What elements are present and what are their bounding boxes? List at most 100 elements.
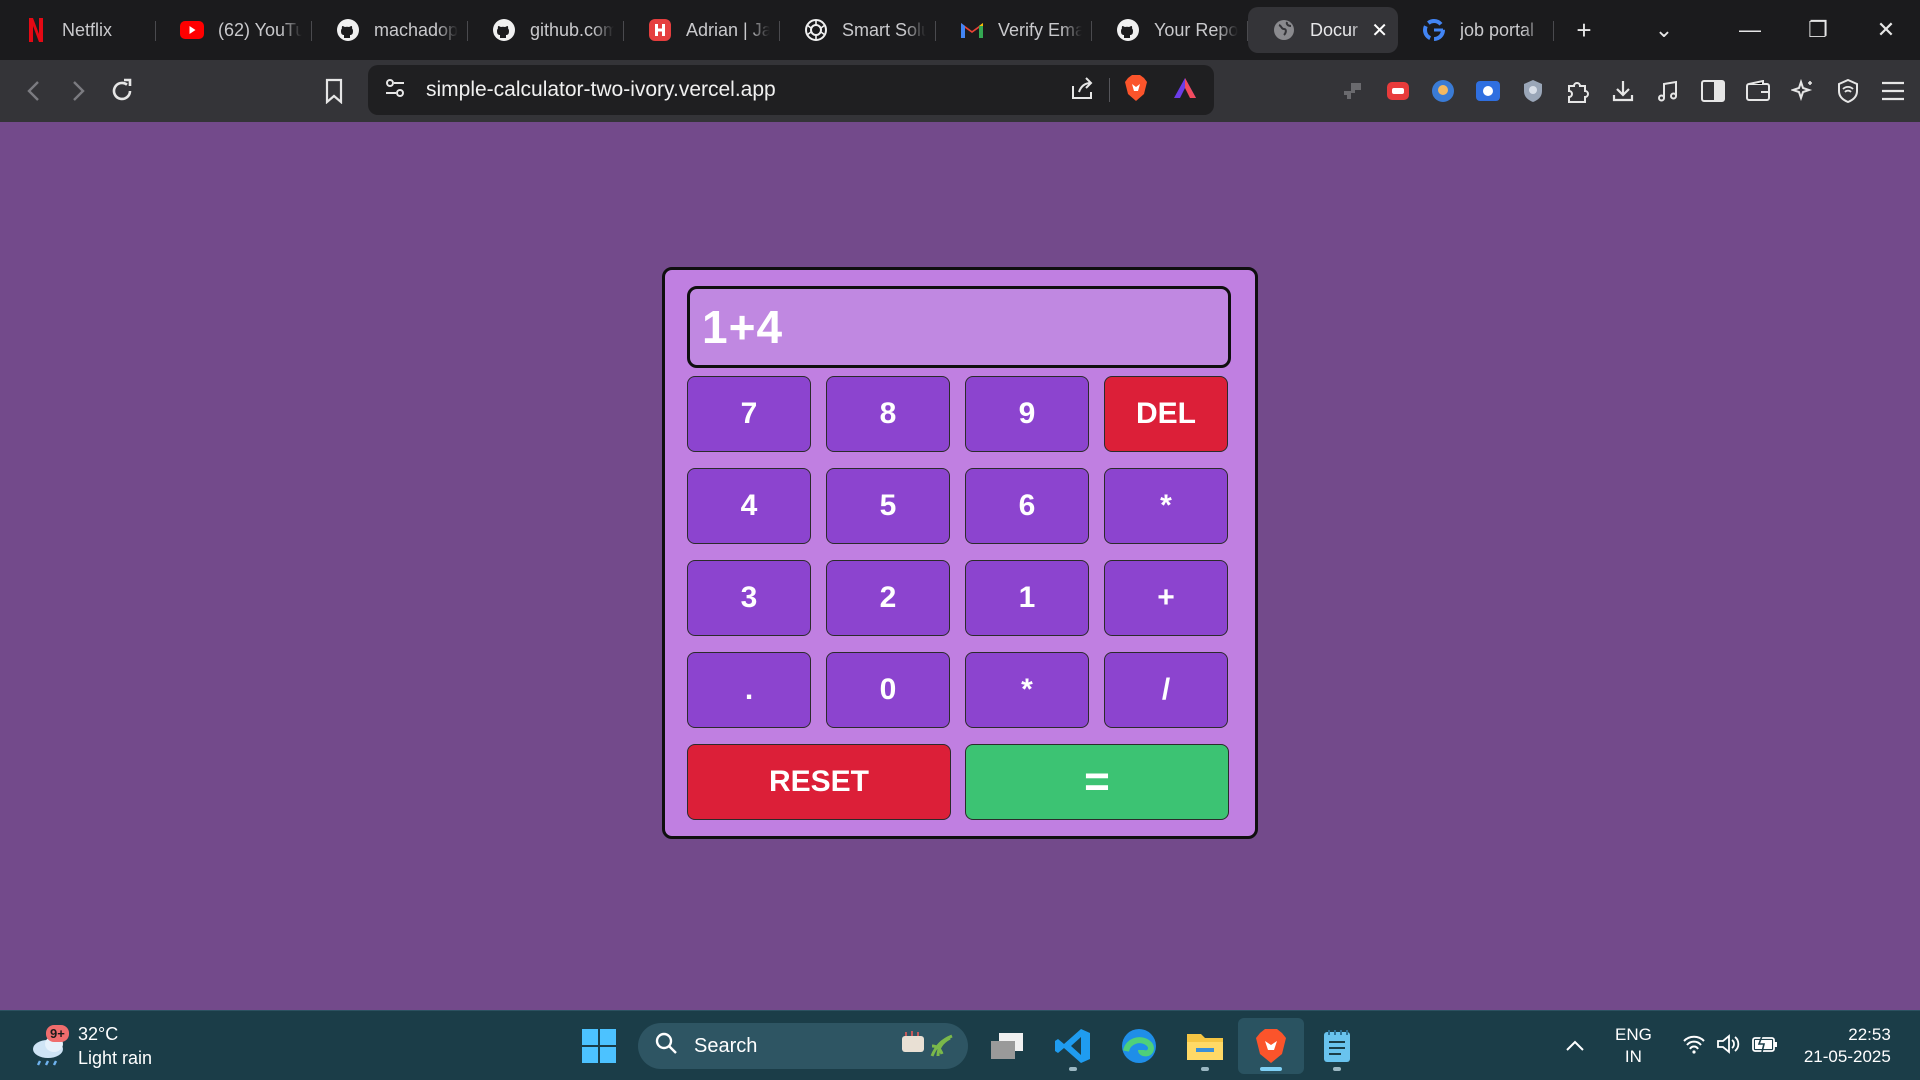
github-icon [336, 18, 360, 42]
key-6[interactable]: 6 [965, 468, 1089, 544]
tab-your-repo[interactable]: Your Repo [1092, 7, 1248, 53]
key-7[interactable]: 7 [687, 376, 811, 452]
edge-icon[interactable] [1106, 1018, 1172, 1074]
github-icon [1116, 18, 1140, 42]
key-8[interactable]: 8 [826, 376, 950, 452]
share-icon[interactable] [1069, 76, 1095, 105]
download-icon[interactable] [1600, 71, 1645, 111]
site-settings-icon[interactable] [384, 77, 406, 104]
key-divide[interactable]: / [1104, 652, 1228, 728]
key-multiply-2[interactable]: * [965, 652, 1089, 728]
tab-list-chevron-icon[interactable]: ⌄ [1630, 0, 1698, 60]
netflix-icon [24, 18, 48, 42]
tab-label: github.com [530, 19, 614, 40]
wallet-icon[interactable] [1735, 71, 1780, 111]
key-decimal[interactable]: . [687, 652, 811, 728]
tab-strip: Netflix (62) YouTube machadop github.com… [0, 0, 1920, 60]
menu-icon[interactable] [1870, 71, 1915, 111]
search-label: Search [694, 1034, 758, 1057]
rocket-extension-icon[interactable] [1420, 71, 1465, 111]
reset-button[interactable]: RESET [687, 744, 951, 820]
tab-adrian[interactable]: Adrian | Ja [624, 7, 780, 53]
rain-cloud-icon: 9+ [28, 1025, 70, 1067]
key-plus[interactable]: + [1104, 560, 1228, 636]
volume-icon[interactable] [1716, 1033, 1742, 1060]
key-4[interactable]: 4 [687, 468, 811, 544]
taskbar-search[interactable]: Search [638, 1023, 968, 1069]
back-button[interactable] [12, 69, 56, 113]
language-indicator[interactable]: ENG IN [1615, 1024, 1652, 1068]
key-1[interactable]: 1 [965, 560, 1089, 636]
forward-button[interactable] [56, 69, 100, 113]
gmail-icon [960, 18, 984, 42]
weather-widget[interactable]: 9+ 32°C Light rain [28, 1019, 152, 1073]
key-0[interactable]: 0 [826, 652, 950, 728]
record-extension-icon[interactable] [1375, 71, 1420, 111]
equals-button[interactable]: = [965, 744, 1229, 820]
puzzle-icon[interactable] [1555, 71, 1600, 111]
url-text: simple-calculator-two-ivory.vercel.app [426, 78, 776, 101]
show-hidden-icons-chevron[interactable] [1555, 1040, 1595, 1052]
vscode-icon[interactable] [1040, 1018, 1106, 1074]
battery-icon[interactable] [1751, 1034, 1778, 1059]
search-highlight-icon [898, 1026, 958, 1066]
google-icon [1422, 18, 1446, 42]
tab-job-portal[interactable]: job portal [1398, 7, 1554, 53]
tab-smart-solu[interactable]: Smart Solu [780, 7, 936, 53]
tab-verify-email[interactable]: Verify Ema [936, 7, 1092, 53]
region-code: IN [1624, 1047, 1642, 1066]
sidebar-icon[interactable] [1690, 71, 1735, 111]
tab-label: job portal [1460, 19, 1535, 40]
restore-button[interactable]: ❐ [1784, 0, 1852, 60]
reload-button[interactable] [100, 69, 144, 113]
tab-github-machadop[interactable]: machadop [312, 7, 468, 53]
tab-label: machadop [374, 19, 458, 40]
brave-browser-icon[interactable] [1238, 1018, 1304, 1074]
key-3[interactable]: 3 [687, 560, 811, 636]
globe-icon [1272, 18, 1296, 42]
browser-toolbar: simple-calculator-two-ivory.vercel.app [0, 60, 1920, 122]
close-window-button[interactable]: ✕ [1852, 0, 1920, 60]
calculator-display: 1+4 [687, 286, 1231, 368]
address-bar[interactable]: simple-calculator-two-ivory.vercel.app [368, 65, 1214, 115]
weather-temperature: 32°C [78, 1024, 119, 1044]
minimize-button[interactable]: — [1716, 0, 1784, 60]
tab-netflix[interactable]: Netflix [0, 7, 156, 53]
music-icon[interactable] [1645, 71, 1690, 111]
clock[interactable]: 22:53 21-05-2025 [1804, 1024, 1891, 1068]
close-tab-icon[interactable]: ✕ [1371, 18, 1388, 43]
file-explorer-icon[interactable] [1172, 1018, 1238, 1074]
task-view-icon[interactable] [974, 1018, 1040, 1074]
tab-label: Netflix [62, 19, 113, 40]
notepad-icon[interactable] [1304, 1018, 1370, 1074]
tab-label: Smart Solu [842, 19, 926, 40]
language-code: ENG [1615, 1025, 1652, 1044]
tab-label: Docur [1310, 19, 1359, 40]
tab-github[interactable]: github.com [468, 7, 624, 53]
key-5[interactable]: 5 [826, 468, 950, 544]
clock-date: 21-05-2025 [1803, 1047, 1891, 1066]
brave-rewards-icon[interactable] [1172, 76, 1198, 105]
brave-shields-icon[interactable] [1124, 74, 1148, 107]
clock-time: 22:53 [1848, 1025, 1891, 1044]
tab-label: Your Repo [1154, 19, 1238, 40]
vpn-icon[interactable] [1825, 71, 1870, 111]
leo-ai-icon[interactable] [1780, 71, 1825, 111]
dino-extension-icon[interactable] [1330, 71, 1375, 111]
key-9[interactable]: 9 [965, 376, 1089, 452]
bookmark-icon[interactable] [312, 69, 356, 113]
key-2[interactable]: 2 [826, 560, 950, 636]
wifi-icon[interactable] [1682, 1034, 1706, 1059]
delete-button[interactable]: DEL [1104, 376, 1228, 452]
new-tab-button[interactable]: + [1562, 7, 1606, 53]
github-icon [492, 18, 516, 42]
tab-label: Verify Ema [998, 19, 1082, 40]
calculator: 1+4 7 8 9 DEL 4 5 6 * 3 2 1 + . 0 * / RE… [662, 267, 1258, 839]
screenshot-extension-icon[interactable] [1465, 71, 1510, 111]
windows-start-icon[interactable] [566, 1018, 632, 1074]
key-multiply[interactable]: * [1104, 468, 1228, 544]
tab-youtube[interactable]: (62) YouTube [156, 7, 312, 53]
tab-document-active[interactable]: Docur ✕ [1248, 7, 1398, 53]
shield-extension-icon[interactable] [1510, 71, 1555, 111]
taskbar: 9+ 32°C Light rain Search ENG IN 22:53 2… [0, 1010, 1920, 1080]
